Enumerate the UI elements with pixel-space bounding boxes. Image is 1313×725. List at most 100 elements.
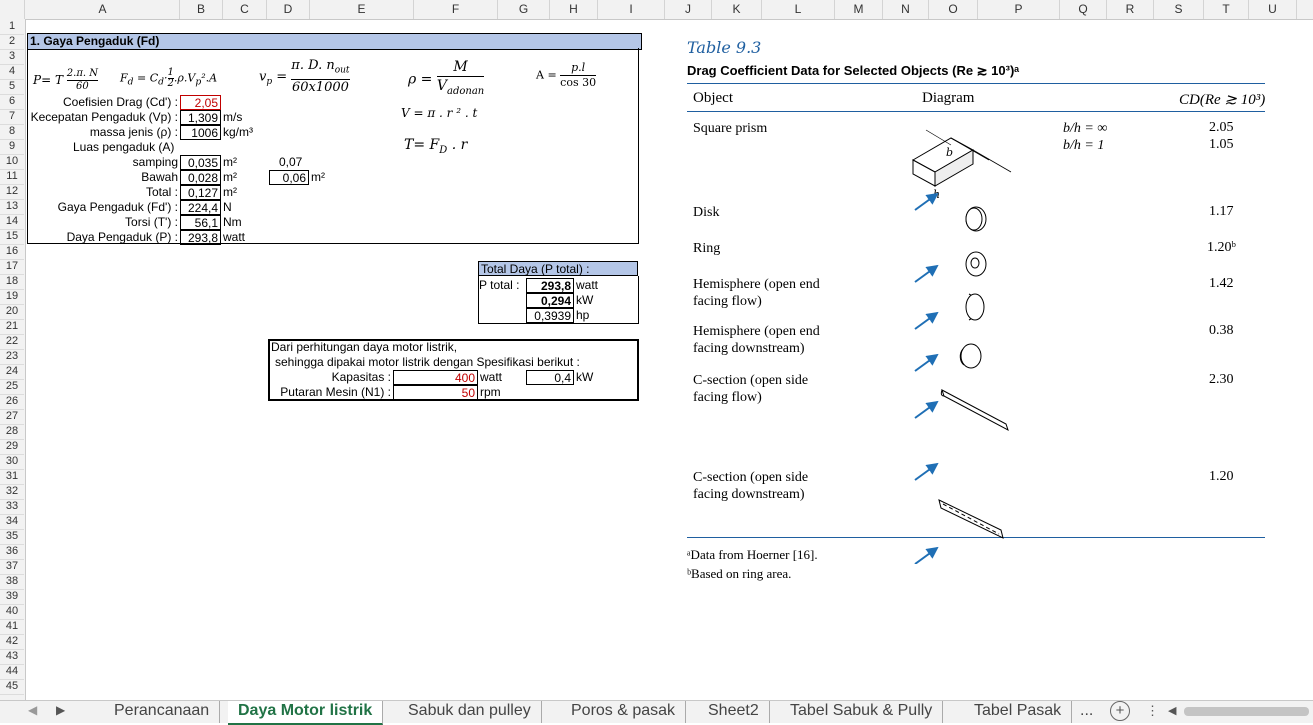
horizontal-scrollbar[interactable] [1184, 707, 1309, 716]
column-header-a[interactable]: A [26, 0, 180, 19]
row-header-15[interactable]: 15 [0, 229, 24, 245]
column-header-q[interactable]: Q [1060, 0, 1107, 19]
row-header-40[interactable]: 40 [0, 604, 24, 620]
total-power-watt[interactable]: 293,8 [526, 278, 574, 293]
total-power-kw[interactable]: 0,294 [526, 293, 574, 308]
row-header-27[interactable]: 27 [0, 409, 24, 425]
column-header-k[interactable]: K [712, 0, 762, 19]
row-header-9[interactable]: 9 [0, 139, 24, 155]
row-header-2[interactable]: 2 [0, 34, 24, 50]
row-header-11[interactable]: 11 [0, 169, 24, 185]
column-header-i[interactable]: I [598, 0, 665, 19]
param-value[interactable]: 2,05 [180, 95, 221, 110]
param-value[interactable]: 293,8 [180, 230, 221, 245]
param-value[interactable]: 0,127 [180, 185, 221, 200]
column-header-f[interactable]: F [414, 0, 498, 19]
tab-perancanaan[interactable]: Perancanaan [104, 701, 221, 723]
worksheet-grid[interactable]: 1. Gaya Pengaduk (Fd) P= T 2.π. N 60 Fd =… [26, 20, 1313, 700]
column-header-t[interactable]: T [1204, 0, 1249, 19]
row-header-22[interactable]: 22 [0, 334, 24, 350]
column-header-b[interactable]: B [180, 0, 223, 19]
row-header-7[interactable]: 7 [0, 109, 24, 125]
tab-tabel-pasak[interactable]: Tabel Pasak [964, 701, 1073, 723]
more-options-icon[interactable]: ⋮ [1146, 703, 1159, 719]
row-header-38[interactable]: 38 [0, 574, 24, 590]
drag-coefficient-table-image[interactable]: Table 9.3 Drag Coefficient Data for Sele… [681, 34, 1271, 594]
row-header-28[interactable]: 28 [0, 424, 24, 440]
select-all-corner[interactable] [0, 0, 25, 19]
row-header-17[interactable]: 17 [0, 259, 24, 275]
column-header-r[interactable]: R [1107, 0, 1154, 19]
param-value[interactable]: 1,309 [180, 110, 221, 125]
row-header-8[interactable]: 8 [0, 124, 24, 140]
total-power-hp[interactable]: 0,3939 [526, 308, 574, 323]
row-header-44[interactable]: 44 [0, 664, 24, 680]
column-header-v[interactable]: V [1297, 0, 1313, 19]
row-header-6[interactable]: 6 [0, 94, 24, 110]
tab-sabuk-dan-pulley[interactable]: Sabuk dan pulley [398, 701, 542, 723]
row-header-35[interactable]: 35 [0, 529, 24, 545]
row-header-37[interactable]: 37 [0, 559, 24, 575]
tab-more[interactable]: ... [1076, 701, 1097, 723]
row-header-43[interactable]: 43 [0, 649, 24, 665]
row-header-4[interactable]: 4 [0, 64, 24, 80]
row-header-23[interactable]: 23 [0, 349, 24, 365]
row-header-29[interactable]: 29 [0, 439, 24, 455]
column-header-n[interactable]: N [883, 0, 929, 19]
row-header-16[interactable]: 16 [0, 244, 24, 260]
capacity-kw-value[interactable]: 0,4 [526, 370, 574, 385]
row-header-33[interactable]: 33 [0, 499, 24, 515]
column-header-u[interactable]: U [1249, 0, 1297, 19]
scroll-tabs-right-icon[interactable]: ▶ [56, 703, 65, 717]
row-header-10[interactable]: 10 [0, 154, 24, 170]
row-header-25[interactable]: 25 [0, 379, 24, 395]
row-header-14[interactable]: 14 [0, 214, 24, 230]
bottom-area-alt[interactable]: 0,06 [269, 170, 309, 185]
column-header-m[interactable]: M [835, 0, 883, 19]
row-header-31[interactable]: 31 [0, 469, 24, 485]
row-header-42[interactable]: 42 [0, 634, 24, 650]
column-header-h[interactable]: H [550, 0, 598, 19]
row-header-19[interactable]: 19 [0, 289, 24, 305]
scroll-tabs-left-icon[interactable]: ◀ [28, 703, 37, 717]
column-header-g[interactable]: G [498, 0, 550, 19]
column-header-j[interactable]: J [665, 0, 712, 19]
param-value[interactable]: 1006 [180, 125, 221, 140]
row-header-21[interactable]: 21 [0, 319, 24, 335]
row-header-20[interactable]: 20 [0, 304, 24, 320]
row-header-18[interactable]: 18 [0, 274, 24, 290]
column-header-e[interactable]: E [310, 0, 414, 19]
row-header-1[interactable]: 1 [0, 19, 24, 35]
column-header-p[interactable]: P [978, 0, 1060, 19]
param-value[interactable]: 0,028 [180, 170, 221, 185]
column-header-o[interactable]: O [929, 0, 978, 19]
hscroll-left-icon[interactable]: ◀ [1168, 704, 1176, 717]
tab-tabel-sabuk-pully[interactable]: Tabel Sabuk & Pully [780, 701, 944, 723]
row-header-5[interactable]: 5 [0, 79, 24, 95]
row-header-24[interactable]: 24 [0, 364, 24, 380]
add-sheet-icon[interactable]: + [1110, 701, 1130, 721]
row-header-45[interactable]: 45 [0, 679, 24, 695]
row-header-30[interactable]: 30 [0, 454, 24, 470]
rpm-value[interactable]: 50 [393, 385, 478, 400]
tab-daya-motor-listrik[interactable]: Daya Motor listrik [228, 701, 384, 725]
param-value[interactable]: 0,035 [180, 155, 221, 170]
column-header-d[interactable]: D [267, 0, 310, 19]
column-header-s[interactable]: S [1154, 0, 1204, 19]
row-header-36[interactable]: 36 [0, 544, 24, 560]
row-header-26[interactable]: 26 [0, 394, 24, 410]
row-header-39[interactable]: 39 [0, 589, 24, 605]
row-header-34[interactable]: 34 [0, 514, 24, 530]
param-value[interactable]: 224,4 [180, 200, 221, 215]
row-header-12[interactable]: 12 [0, 184, 24, 200]
capacity-value[interactable]: 400 [393, 370, 478, 385]
row-header-41[interactable]: 41 [0, 619, 24, 635]
row-header-3[interactable]: 3 [0, 49, 24, 65]
row-header-32[interactable]: 32 [0, 484, 24, 500]
param-value[interactable]: 56,1 [180, 215, 221, 230]
tab-poros-pasak[interactable]: Poros & pasak [561, 701, 687, 723]
tab-sheet2[interactable]: Sheet2 [698, 701, 770, 723]
column-header-c[interactable]: C [223, 0, 267, 19]
column-header-l[interactable]: L [762, 0, 835, 19]
row-header-13[interactable]: 13 [0, 199, 24, 215]
